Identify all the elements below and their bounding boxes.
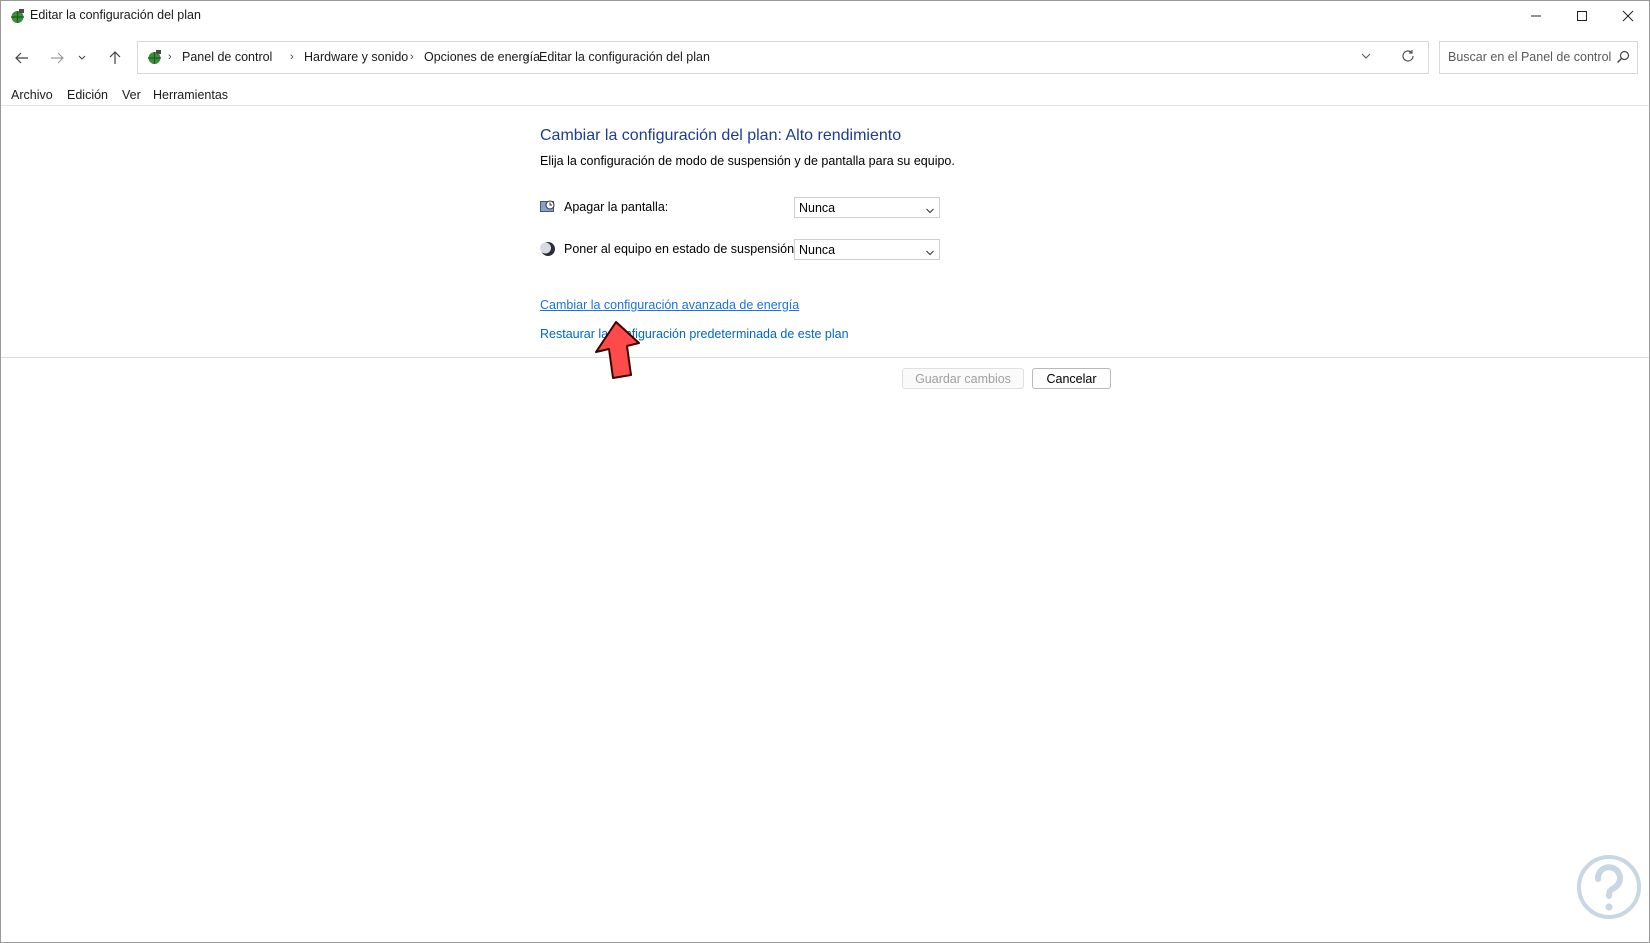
search-icon[interactable] [1616, 50, 1630, 69]
close-icon [1622, 10, 1634, 22]
arrow-up-icon [109, 51, 121, 64]
page-title: Cambiar la configuración del plan: Alto … [540, 127, 902, 144]
arrow-left-icon [15, 52, 28, 64]
menu-archivo[interactable]: Archivo [11, 88, 53, 102]
chevron-down-icon [1361, 53, 1371, 59]
display-off-value: Nunca [799, 201, 836, 215]
arrow-right-icon [51, 52, 64, 64]
close-button[interactable] [1605, 1, 1649, 31]
breadcrumb-separator: › [410, 51, 414, 63]
refresh-button[interactable] [1400, 48, 1416, 69]
breadcrumb-separator: › [168, 51, 172, 63]
chevron-down-icon [925, 203, 935, 221]
advanced-power-settings-link[interactable]: Cambiar la configuración avanzada de ene… [540, 298, 799, 312]
breadcrumb-opciones-de-energia[interactable]: Opciones de energía [424, 50, 540, 64]
forward-button[interactable] [44, 47, 70, 69]
save-changes-button[interactable]: Guardar cambios [902, 368, 1024, 389]
minimize-icon [1531, 15, 1541, 17]
refresh-icon [1402, 50, 1414, 62]
up-button[interactable] [102, 47, 128, 69]
control-panel-icon [146, 49, 163, 71]
cancel-button[interactable]: Cancelar [1032, 368, 1111, 389]
breadcrumb-panel-de-control[interactable]: Panel de control [182, 50, 272, 64]
maximize-icon [1577, 11, 1587, 21]
back-button[interactable] [9, 47, 35, 69]
menu-bar: Archivo Edición Ver Herramientas [1, 85, 1649, 105]
address-bar[interactable]: › Panel de control › Hardware y sonido ›… [137, 41, 1429, 74]
maximize-button[interactable] [1559, 1, 1605, 31]
display-off-label: Apagar la pantalla: [564, 200, 669, 214]
menu-herramientas[interactable]: Herramientas [153, 88, 228, 102]
power-plan-window: Editar la configuración del plan › Panel… [0, 0, 1650, 943]
breadcrumb-editar-plan[interactable]: Editar la configuración del plan [539, 50, 710, 64]
sleep-select[interactable]: Nunca [794, 239, 940, 260]
chevron-down-icon [925, 245, 935, 263]
content-divider [1, 357, 1649, 358]
menu-ver[interactable]: Ver [122, 88, 141, 102]
minimize-button[interactable] [1513, 1, 1559, 31]
menu-edicion[interactable]: Edición [67, 88, 108, 102]
restore-defaults-link[interactable]: Restaurar la configuración predeterminad… [540, 327, 849, 341]
display-off-select[interactable]: Nunca [794, 197, 940, 218]
menu-divider [1, 105, 1649, 106]
moon-icon [540, 241, 556, 257]
breadcrumb-hardware-y-sonido[interactable]: Hardware y sonido [304, 50, 408, 64]
breadcrumb-separator: › [525, 51, 529, 63]
watermark-logo-icon [1577, 855, 1641, 919]
pointer-arrow-icon [595, 321, 640, 379]
title-bar: Editar la configuración del plan [1, 1, 1649, 31]
window-title: Editar la configuración del plan [30, 8, 201, 22]
search-placeholder: Buscar en el Panel de control [1448, 50, 1612, 64]
breadcrumb-separator: › [290, 51, 294, 63]
address-history-button[interactable] [1360, 49, 1372, 67]
chevron-down-icon [78, 55, 86, 60]
sleep-label: Poner al equipo en estado de suspensión: [564, 242, 798, 256]
page-description: Elija la configuración de modo de suspen… [540, 154, 955, 168]
search-input[interactable]: Buscar en el Panel de control [1439, 41, 1638, 74]
power-options-icon [9, 8, 26, 25]
monitor-clock-icon [540, 199, 556, 215]
sleep-value: Nunca [799, 243, 836, 257]
recent-locations-button[interactable] [74, 47, 90, 69]
